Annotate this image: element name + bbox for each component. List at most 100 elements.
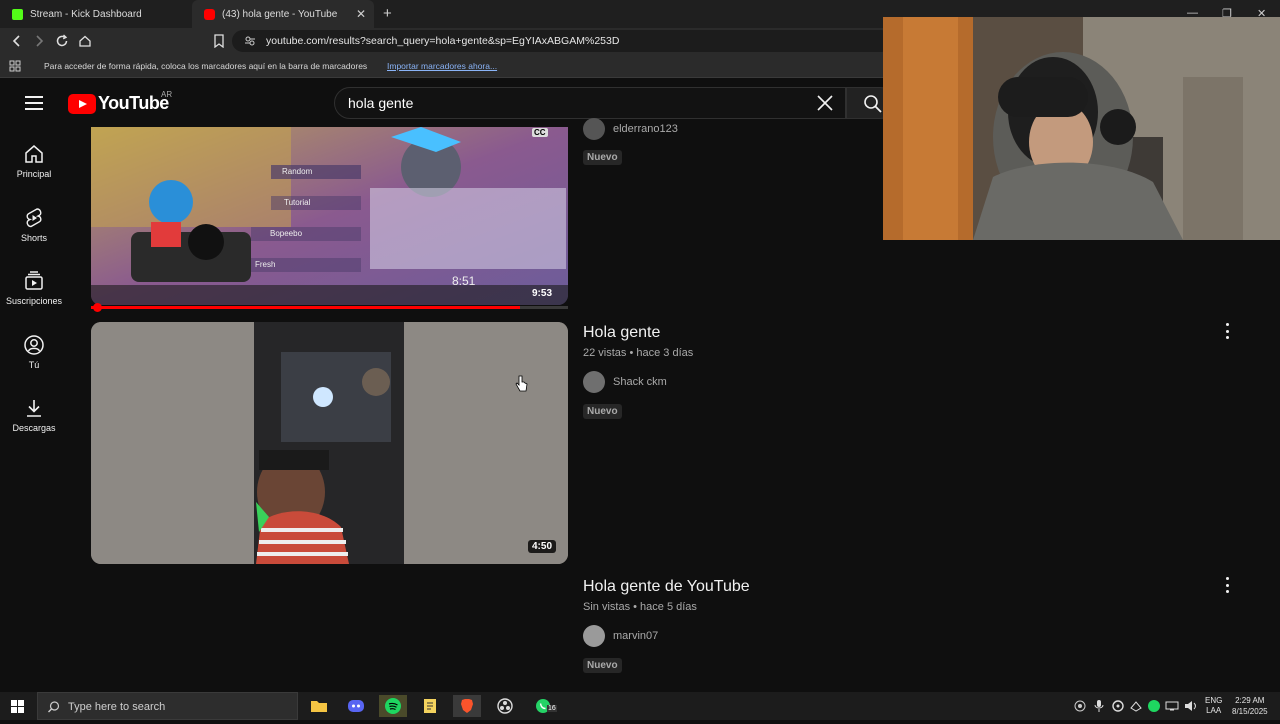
video-thumbnail[interactable]: 4:50 [91,322,568,564]
steam-icon[interactable] [1130,700,1142,712]
new-badge: Nuevo [583,404,622,419]
sidebar-item-suscripciones[interactable]: Suscripciones [0,270,68,306]
channel-link[interactable]: elderrano123 [583,118,678,140]
url-text: youtube.com/results?search_query=hola+ge… [266,35,620,47]
sidebar-item-descargas[interactable]: Descargas [0,397,68,433]
subscriptions-icon [25,271,43,290]
cc-badge: CC [532,128,548,137]
microphone-icon[interactable] [1094,700,1104,712]
overlay-menu-item: Fresh [255,260,276,269]
channel-link[interactable]: marvin07 [583,625,658,647]
kick-favicon-icon [12,8,23,20]
sidebar-item-label: Descargas [12,423,56,433]
taskbar-search-input[interactable]: Type here to search [37,692,298,720]
channel-avatar [583,625,605,647]
search-query-text: hola gente [348,95,414,111]
search-input[interactable]: hola gente [334,87,846,119]
address-bar[interactable]: youtube.com/results?search_query=hola+ge… [232,30,892,52]
tray-app-icon[interactable] [1112,700,1124,712]
tab-kick-dashboard[interactable]: Stream - Kick Dashboard [0,0,190,28]
clock[interactable]: 2:29 AM 8/15/2025 [1232,695,1268,723]
forward-button[interactable] [30,32,48,50]
home-icon [25,145,43,163]
hamburger-menu-icon[interactable] [25,96,43,110]
thumbnail-image [91,127,568,305]
channel-name: Shack ckm [613,376,667,388]
keyboard-layout: LAA [1206,706,1222,715]
new-badge: Nuevo [583,658,622,673]
windows-taskbar: Type here to search 16 ENG LAA 2:29 AM 8… [0,692,1280,720]
brave-browser-icon[interactable] [453,695,481,717]
channel-name: elderrano123 [613,123,678,135]
youtube-favicon-icon [204,8,215,20]
back-arrow-icon [12,35,20,47]
close-tab-icon[interactable]: ✕ [356,7,366,21]
youtube-sidebar: Principal Shorts Suscripciones Tú Descar… [0,127,72,687]
network-icon[interactable] [1165,701,1179,711]
overlay-menu-item: Random [282,167,313,176]
back-button[interactable] [8,32,26,50]
clear-search-icon[interactable] [815,93,835,113]
webcam-overlay [883,17,1280,240]
overlay-menu-item: Bopeebo [270,229,303,238]
notes-app-icon[interactable] [416,695,444,717]
forward-arrow-icon [36,35,44,47]
youtube-logo-text: YouTube [98,93,169,113]
windows-start-icon[interactable] [11,700,24,713]
channel-avatar [583,118,605,140]
taskbar-search-placeholder: Type here to search [68,701,166,713]
video-meta: 22 vistas • hace 3 días [583,347,694,359]
tab-youtube[interactable]: (43) hola gente - YouTube ✕ [192,0,374,28]
new-tab-button[interactable]: + [383,5,392,22]
bookmark-button[interactable] [210,32,228,50]
home-icon [79,35,91,47]
youtube-logo[interactable]: YouTube [68,93,169,114]
video-duration: 4:50 [528,540,557,553]
sidebar-item-label: Principal [16,169,52,179]
tab-label: (43) hola gente - YouTube [222,8,338,20]
video-title[interactable]: Hola gente de YouTube [583,578,750,596]
whatsapp-unread-badge: 16 [547,705,557,712]
whatsapp-icon[interactable]: 16 [529,695,557,717]
overlay-menu-item: Tutorial [284,198,311,207]
site-settings-icon[interactable] [244,35,256,47]
discord-icon[interactable] [342,695,370,717]
reload-icon [56,34,68,47]
spotify-icon[interactable] [379,695,407,717]
tray-spotify-icon[interactable] [1148,700,1160,712]
sidebar-item-label: Shorts [20,233,47,243]
file-explorer-icon[interactable] [305,695,333,717]
sidebar-item-tu[interactable]: Tú [0,334,68,370]
overlay-time: 8:51 [452,274,476,288]
apps-grid-icon[interactable] [9,60,21,72]
you-icon [24,335,44,355]
clock-time: 2:29 AM [1235,696,1265,705]
video-thumbnail[interactable]: Random Tutorial Bopeebo Fresh 8:51 CC 9:… [91,127,568,305]
sidebar-item-label: Suscripciones [5,296,63,306]
bookmarks-hint: Para acceder de forma rápida, coloca los… [44,61,368,71]
progress-scrubber-handle[interactable] [93,303,102,312]
import-bookmarks-link[interactable]: Importar marcadores ahora... [387,61,497,71]
bookmark-icon [214,34,224,48]
obs-icon[interactable] [491,695,519,717]
reload-button[interactable] [53,32,71,50]
sidebar-item-principal[interactable]: Principal [0,143,68,179]
search-icon [864,95,882,113]
download-icon [27,400,41,417]
video-title[interactable]: Hola gente [583,324,660,342]
thumbnail-image [91,322,568,564]
home-button[interactable] [76,32,94,50]
video-meta: Sin vistas • hace 5 días [583,601,697,613]
tray-chrome-icon[interactable] [1074,700,1086,712]
more-actions-icon[interactable] [1222,323,1232,339]
sidebar-item-shorts[interactable]: Shorts [0,207,68,243]
volume-icon[interactable] [1184,700,1198,712]
webcam-feed-image [883,17,1280,240]
more-actions-icon[interactable] [1222,577,1232,593]
hand-cursor-icon [515,375,528,392]
channel-link[interactable]: Shack ckm [583,371,667,393]
tab-label: Stream - Kick Dashboard [30,8,142,20]
shorts-icon [26,208,42,228]
watch-progress-fill [91,306,521,309]
language-code: ENG [1205,696,1223,705]
